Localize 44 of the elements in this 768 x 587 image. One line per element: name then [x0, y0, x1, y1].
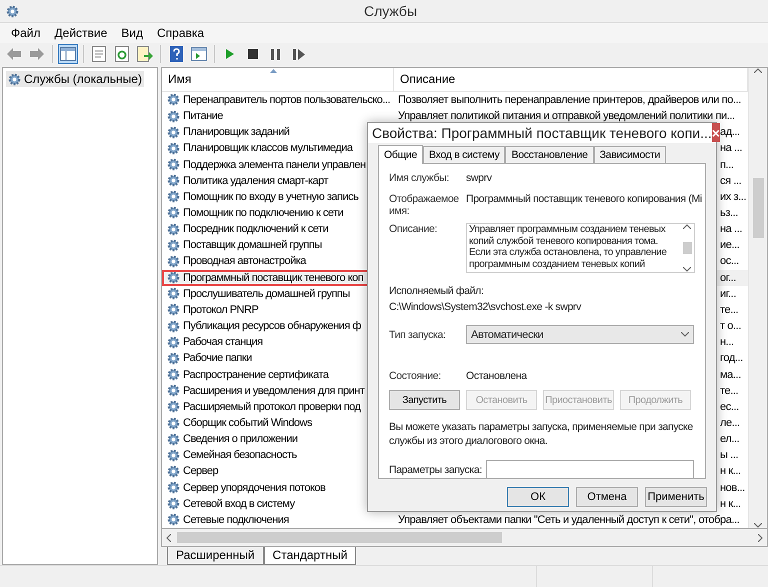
field-label: Состояние:	[389, 370, 442, 382]
service-description: год...	[720, 352, 743, 364]
service-description: т о...	[720, 320, 741, 332]
service-description: ле...	[720, 417, 740, 429]
field-label: Тип запуска:	[389, 328, 447, 340]
service-description: н к...	[720, 465, 741, 478]
field-value: swprv	[466, 172, 492, 184]
field-value: C:\Windows\System32\svchost.exe -k swprv	[389, 301, 581, 313]
service-description: ы ...	[720, 449, 738, 462]
service-description: н...	[720, 336, 734, 348]
service-name: Перенаправитель портов пользовательско...	[162, 92, 394, 108]
service-description: Позволяет выполнить перенаправление принтеров, драйверов или по...	[398, 94, 741, 106]
hint-text: Вы можете указать параметры запуска, применяемые при запуске службы из этого диалогового окна.	[389, 420, 694, 448]
window-title: Службы	[362, 3, 418, 19]
service-description: нов...	[720, 482, 745, 494]
service-description: ог...	[720, 272, 736, 284]
service-description: н к...	[720, 498, 741, 510]
service-description: ад...	[720, 126, 740, 138]
field-label: Описание:	[389, 223, 438, 235]
field-value: Остановлена	[466, 370, 527, 382]
dialog-title: Свойства: Программный поставщик теневого копи...	[372, 125, 712, 141]
service-description: ьз...	[720, 206, 738, 219]
service-description: п...	[720, 158, 734, 170]
service-description: Управляет политикой питания и отправкой уведомлений политики пи...	[398, 110, 735, 122]
service-description: ма...	[720, 368, 741, 381]
service-name: Сетевые подключения	[162, 512, 394, 528]
service-name: Питание	[162, 108, 394, 124]
service-description: на ...	[720, 142, 742, 154]
field-value: Программный поставщик теневого копирования (Mi	[466, 193, 702, 205]
service-description: ос...	[720, 255, 739, 268]
service-description: те...	[720, 304, 738, 316]
field-label: Отображаемое имя:	[389, 193, 460, 217]
service-description: ел...	[720, 433, 740, 446]
field-label: Имя службы:	[389, 172, 450, 184]
field-label: Исполняемый файл:	[389, 285, 484, 297]
service-description: те...	[720, 384, 738, 397]
service-description: ся ...	[720, 174, 742, 187]
field-label: Параметры запуска:	[389, 464, 482, 476]
service-description: их з...	[720, 190, 746, 203]
service-description: на ...	[720, 223, 742, 236]
service-description: ес...	[720, 400, 739, 413]
service-description: ие...	[720, 239, 740, 252]
service-description: Управляет объектами папки "Сеть и удаленный доступ к сети", отобра...	[398, 514, 740, 526]
service-description: иг...	[720, 288, 736, 300]
